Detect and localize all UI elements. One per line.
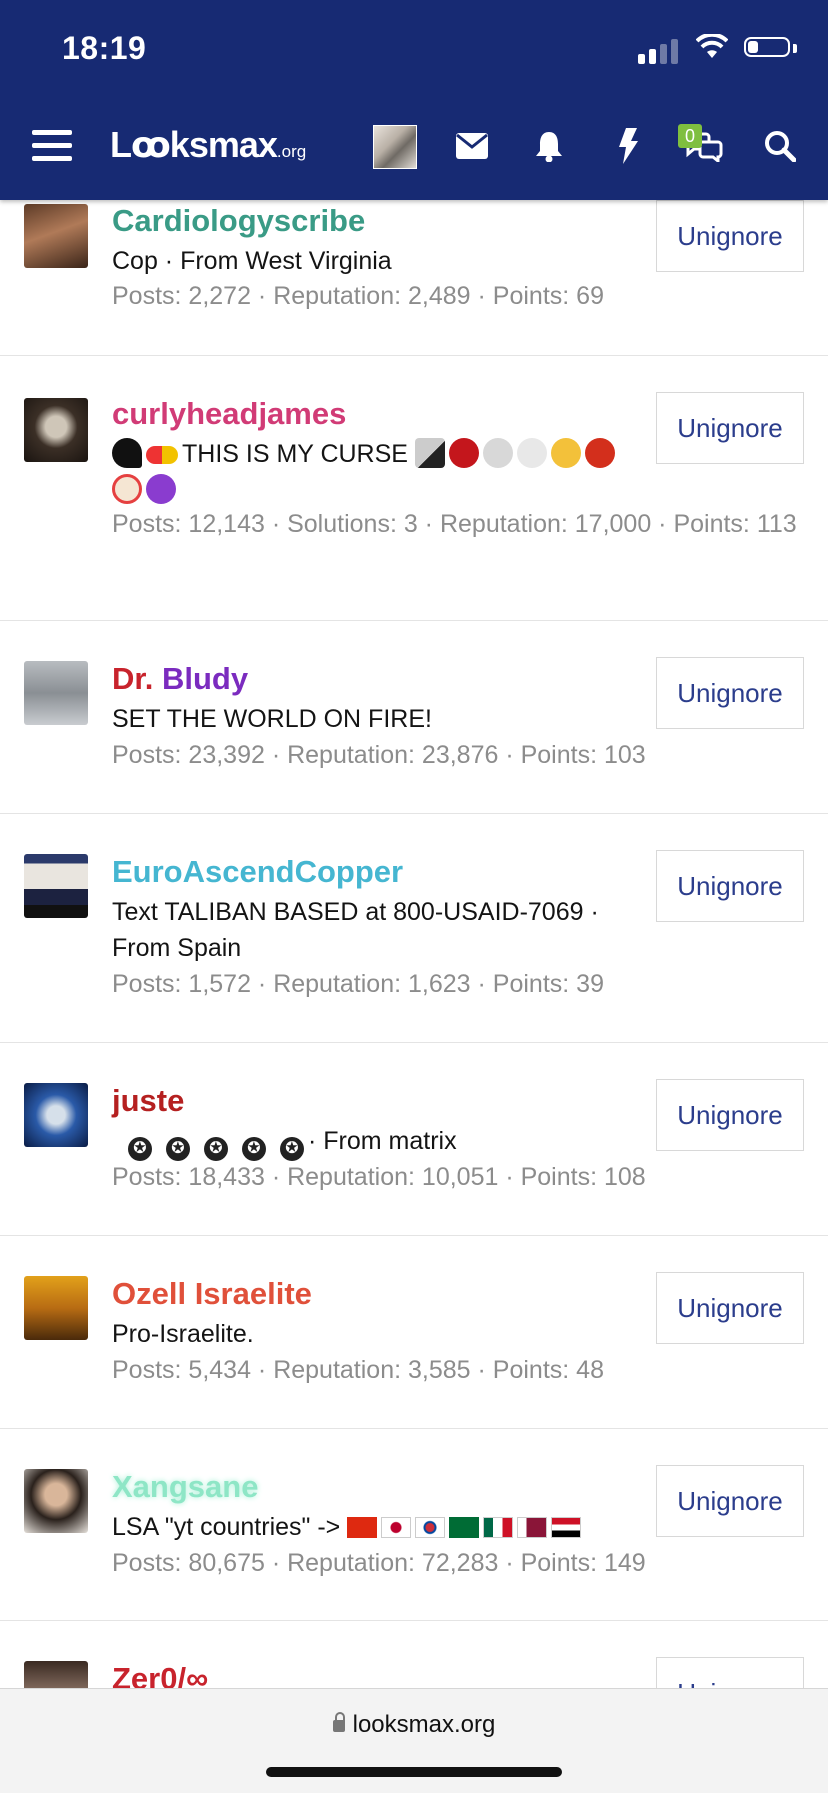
- user-name[interactable]: Ozell Israelite: [112, 1276, 312, 1312]
- user-title: LSA "yt countries" ->: [112, 1509, 672, 1545]
- list-item: Xangsane LSA "yt countries" -> Posts: 80…: [0, 1428, 828, 1621]
- avatar[interactable]: [24, 1083, 88, 1147]
- avatar[interactable]: [24, 398, 88, 462]
- user-stats: Posts: 80,675 · Reputation: 72,283 · Poi…: [112, 1549, 646, 1577]
- site-logo[interactable]: Lꝏksmax.org: [110, 124, 306, 166]
- star-icon: ✪: [128, 1137, 152, 1161]
- user-stats: Posts: 5,434 · Reputation: 3,585 · Point…: [112, 1356, 604, 1384]
- black-heart-icon: [112, 438, 142, 468]
- skull-crossbones-icon: [482, 438, 513, 468]
- list-item: Cardiologyscribe Cop · From West Virgini…: [0, 200, 828, 355]
- user-stats: Posts: 12,143 · Solutions: 3 · Reputatio…: [112, 510, 797, 538]
- user-name[interactable]: Dr. Bludy: [112, 661, 248, 697]
- avatar[interactable]: [24, 854, 88, 918]
- url-text: looksmax.org: [352, 1711, 496, 1738]
- user-title: ✪ ✪ ✪ ✪ ✪ · From matrix: [112, 1123, 632, 1161]
- list-item: Dr. Bludy SET THE WORLD ON FIRE! Posts: …: [0, 620, 828, 814]
- user-name[interactable]: Cardiologyscribe: [112, 203, 365, 239]
- user-name[interactable]: Xangsane: [112, 1469, 258, 1505]
- wifi-icon: [696, 34, 728, 58]
- list-item: curlyheadjames THIS IS MY CURSE Posts: 1…: [0, 355, 828, 621]
- china-flag-icon: [347, 1517, 378, 1538]
- list-item: Zer0/∞ Unignore: [0, 1620, 828, 1688]
- blood-drop-icon: [448, 438, 479, 468]
- list-item: juste ✪ ✪ ✪ ✪ ✪ · From matrix Posts: 18,433 ·…: [0, 1042, 828, 1236]
- japan-flag-icon: [381, 1517, 412, 1538]
- unignore-button[interactable]: Unignore: [656, 1079, 804, 1151]
- rock-hand-icon: [550, 438, 581, 468]
- user-stats: Posts: 1,572 · Reputation: 1,623 · Point…: [112, 970, 604, 998]
- imp-icon: [146, 474, 176, 504]
- bell-icon[interactable]: [534, 130, 564, 162]
- avatar[interactable]: [24, 661, 88, 725]
- account-avatar[interactable]: [373, 125, 417, 169]
- user-name[interactable]: juste: [112, 1083, 184, 1119]
- lock-icon: [332, 1712, 345, 1732]
- user-name[interactable]: curlyheadjames: [112, 396, 346, 432]
- egypt-flag-icon: [551, 1517, 582, 1538]
- avatar[interactable]: [24, 1661, 88, 1688]
- status-time: 18:19: [62, 30, 147, 66]
- user-title: Cop · From West Virginia: [112, 247, 392, 275]
- clown-icon: [112, 474, 142, 504]
- ogre-icon: [584, 438, 615, 468]
- star-icon: ✪: [204, 1137, 228, 1161]
- alerts-badge: 0: [678, 124, 702, 148]
- lightning-icon[interactable]: [617, 128, 639, 164]
- star-icon: ✪: [166, 1137, 190, 1161]
- user-title: Pro-Israelite.: [112, 1320, 254, 1348]
- top-bar: 18:19 Lꝏksmax.org 0: [0, 0, 828, 200]
- unignore-button[interactable]: Unignore: [656, 657, 804, 729]
- korea-flag-icon: [415, 1517, 446, 1538]
- signal-icon: [638, 54, 645, 64]
- list-item: EuroAscendCopper Text TALIBAN BASED at 8…: [0, 813, 828, 1043]
- unignore-button[interactable]: Unignore: [656, 1657, 804, 1688]
- avatar[interactable]: [24, 1469, 88, 1533]
- user-title: THIS IS MY CURSE: [112, 436, 642, 508]
- home-indicator[interactable]: [266, 1767, 562, 1777]
- skull-icon: [516, 438, 547, 468]
- browser-bottom-bar: looksmax.org: [0, 1688, 828, 1793]
- user-name[interactable]: Zer0/∞: [112, 1661, 208, 1688]
- search-icon[interactable]: [764, 130, 796, 162]
- qatar-flag-icon: [517, 1517, 548, 1538]
- menu-icon[interactable]: [32, 130, 72, 162]
- unignore-button[interactable]: Unignore: [656, 850, 804, 922]
- pill-icon: [146, 446, 178, 464]
- unignore-button[interactable]: Unignore: [656, 1465, 804, 1537]
- status-icons: [638, 34, 798, 64]
- user-name[interactable]: EuroAscendCopper: [112, 854, 403, 890]
- battery-icon: [744, 37, 790, 57]
- avatar[interactable]: [24, 1276, 88, 1340]
- list-item: Ozell Israelite Pro-Israelite. Posts: 5,…: [0, 1235, 828, 1429]
- envelope-icon[interactable]: [456, 133, 488, 159]
- user-title: Text TALIBAN BASED at 800-USAID-7069 · F…: [112, 898, 599, 962]
- user-stats: Posts: 2,272 · Reputation: 2,489 · Point…: [112, 282, 604, 310]
- saudi-flag-icon: [449, 1517, 480, 1538]
- user-title: SET THE WORLD ON FIRE!: [112, 705, 432, 733]
- unignore-button[interactable]: Unignore: [656, 1272, 804, 1344]
- star-icon: ✪: [242, 1137, 266, 1161]
- mexico-flag-icon: [483, 1517, 514, 1538]
- star-icon: ✪: [280, 1137, 304, 1161]
- unignore-button[interactable]: Unignore: [656, 200, 804, 272]
- unignore-button[interactable]: Unignore: [656, 392, 804, 464]
- address-bar[interactable]: looksmax.org: [0, 1711, 828, 1739]
- user-stats: Posts: 23,392 · Reputation: 23,876 · Poi…: [112, 741, 646, 769]
- knife-icon: [414, 438, 445, 468]
- avatar[interactable]: [24, 204, 88, 268]
- user-stats: Posts: 18,433 · Reputation: 10,051 · Poi…: [112, 1163, 646, 1191]
- ignored-users-list: Cardiologyscribe Cop · From West Virgini…: [0, 200, 828, 1688]
